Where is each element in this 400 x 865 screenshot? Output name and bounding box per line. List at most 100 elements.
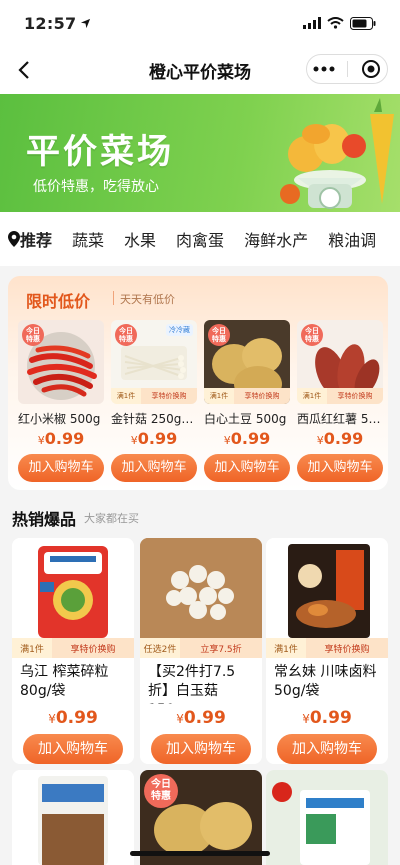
tab-fruits[interactable]: 水果 <box>124 227 156 251</box>
vegetable-basket-illustration <box>280 98 394 209</box>
promo-offer: 享特价换购 <box>306 638 388 658</box>
product-price: ¥0.99 <box>266 708 388 728</box>
tab-grain-oil[interactable]: 粮油调 <box>328 227 376 251</box>
promo-tag: 任选2件 立享7.5折 <box>140 638 262 658</box>
close-mini-program-button[interactable] <box>361 59 381 79</box>
badge-line: 今日 <box>26 327 40 335</box>
add-to-cart-button[interactable]: 加入购物车 <box>151 734 251 764</box>
status-icons <box>303 16 376 30</box>
currency-symbol: ¥ <box>130 434 138 447</box>
add-to-cart-button[interactable]: 加入购物车 <box>297 454 383 482</box>
flash-product-card[interactable]: 今日 特惠 满1件 享特价换购 白心土豆 500g ¥0.99 加入购物车 <box>204 320 290 482</box>
price-value: 0.99 <box>55 708 98 728</box>
hot-product-card[interactable]: 任选2件 立享7.5折 【买2件打7.5折】白玉菇 150g ¥0.99 加入购… <box>140 538 262 764</box>
flash-sale-section: 限时低价 天天有低价 今日 特惠 红小米椒 500g ¥0.99 加入购物车 今… <box>8 276 388 490</box>
product-price: ¥0.99 <box>140 708 262 728</box>
product-name: 【买2件打7.5折】白玉菇 150g <box>148 664 236 704</box>
product-name: 常幺妹 川味卤料 50g/袋 <box>274 664 377 699</box>
product-price: ¥0.99 <box>18 429 104 448</box>
tab-label: 粮油调 <box>328 231 377 250</box>
add-to-cart-button[interactable]: 加入购物车 <box>204 454 290 482</box>
promo-condition: 满1件 <box>12 638 52 658</box>
pickled-vegetable-package-illustration <box>38 776 108 865</box>
promo-tag: 满1件 享特价换购 <box>204 388 290 404</box>
product-name: 白心土豆 500g <box>204 412 287 426</box>
product-image-enoki: 今日 特惠 冷冷藏 满1件 享特价换购 <box>111 320 197 404</box>
price-value: 0.99 <box>137 429 178 448</box>
white-mushroom-illustration <box>140 538 262 638</box>
hot-product-card-partial[interactable] <box>12 770 134 865</box>
page-title: 橙心平价菜场 <box>149 62 251 83</box>
today-deal-badge: 今日 特惠 <box>144 774 178 808</box>
badge-line: 特惠 <box>26 335 40 343</box>
flash-sale-subtitle: 天天有低价 <box>120 293 175 306</box>
hot-product-card[interactable]: 满1件 享特价换购 乌江 榨菜碎粒80g/袋 ¥0.99 加入购物车 <box>12 538 134 764</box>
badge-line: 今日 <box>119 327 133 335</box>
product-name: 金针菇 250g/袋 <box>111 412 197 426</box>
more-options-button[interactable] <box>313 66 335 72</box>
add-to-cart-button[interactable]: 加入购物车 <box>111 454 197 482</box>
seasoning-bag-illustration <box>266 770 388 865</box>
badge-line: 今日 <box>212 327 226 335</box>
location-pin-icon <box>8 231 20 247</box>
banner-title: 平价菜场 <box>26 132 174 172</box>
promo-offer: 享特价换购 <box>234 388 290 404</box>
badge-line: 特惠 <box>151 791 171 802</box>
tab-seafood[interactable]: 海鲜水产 <box>244 227 308 251</box>
today-deal-badge: 今日 特惠 <box>208 324 230 346</box>
add-to-cart-button[interactable]: 加入购物车 <box>277 734 377 764</box>
price-value: 0.99 <box>323 429 364 448</box>
promo-offer: 享特价换购 <box>52 638 134 658</box>
promo-condition: 满1件 <box>297 388 327 404</box>
status-time: 12:57 <box>24 13 77 33</box>
signal-icon <box>303 17 321 29</box>
tab-recommend[interactable]: 推荐 <box>8 227 52 251</box>
flash-sale-title: 限时低价 <box>26 292 91 311</box>
product-name: 西瓜红红薯 500g <box>297 412 383 426</box>
badge-line: 特惠 <box>119 335 133 343</box>
price-value: 0.99 <box>44 429 85 448</box>
braise-seasoning-package-illustration <box>288 544 370 638</box>
category-tabs: 推荐 蔬菜 水果 肉禽蛋 海鲜水产 粮油调 <box>0 212 400 266</box>
currency-symbol: ¥ <box>176 712 184 726</box>
product-name: 红小米椒 500g <box>18 412 101 426</box>
today-deal-badge: 今日 特惠 <box>301 324 323 346</box>
promo-condition: 满1件 <box>204 388 234 404</box>
promo-condition: 满1件 <box>266 638 306 658</box>
chevron-left-icon <box>18 61 29 79</box>
back-button[interactable] <box>12 58 36 82</box>
price-value: 0.99 <box>230 429 271 448</box>
product-image-braise-seasoning <box>266 538 388 638</box>
currency-symbol: ¥ <box>316 434 324 447</box>
badge-line: 特惠 <box>305 335 319 343</box>
currency-symbol: ¥ <box>302 712 310 726</box>
badge-line: 今日 <box>305 327 319 335</box>
promo-tag: 满1件 享特价换购 <box>266 638 388 658</box>
product-price: ¥0.99 <box>297 429 383 448</box>
hot-product-card[interactable]: 满1件 享特价换购 常幺妹 川味卤料 50g/袋 ¥0.99 加入购物车 <box>266 538 388 764</box>
badge-line: 特惠 <box>212 335 226 343</box>
hot-product-card-partial[interactable] <box>266 770 388 865</box>
hot-section-subtitle: 大家都在买 <box>84 512 139 525</box>
product-image-zhacai <box>12 538 134 638</box>
currency-symbol: ¥ <box>37 434 45 447</box>
price-value: 0.99 <box>309 708 352 728</box>
add-to-cart-button[interactable]: 加入购物车 <box>18 454 104 482</box>
add-to-cart-button[interactable]: 加入购物车 <box>23 734 123 764</box>
tab-label: 肉禽蛋 <box>176 231 225 250</box>
tab-label: 海鲜水产 <box>244 231 309 250</box>
flash-product-card[interactable]: 今日 特惠 红小米椒 500g ¥0.99 加入购物车 <box>18 320 104 482</box>
zhacai-package-illustration <box>38 546 108 638</box>
currency-symbol: ¥ <box>48 712 56 726</box>
wifi-icon <box>327 17 344 29</box>
promo-condition: 满1件 <box>111 388 141 404</box>
flash-product-card[interactable]: 今日 特惠 满1件 享特价换购 西瓜红红薯 500g ¥0.99 加入购物车 <box>297 320 383 482</box>
hero-banner[interactable]: 平价菜场 低价特惠，吃得放心 <box>0 94 400 212</box>
status-time-group: 12:57 <box>24 14 91 33</box>
product-price: ¥0.99 <box>111 429 197 448</box>
tab-meat-eggs[interactable]: 肉禽蛋 <box>176 227 224 251</box>
banner-subtitle: 低价特惠，吃得放心 <box>33 179 159 195</box>
currency-symbol: ¥ <box>223 434 231 447</box>
flash-product-card[interactable]: 今日 特惠 冷冷藏 满1件 享特价换购 金针菇 250g/袋 ¥0.99 加入购物… <box>111 320 197 482</box>
tab-vegetables[interactable]: 蔬菜 <box>72 227 104 251</box>
